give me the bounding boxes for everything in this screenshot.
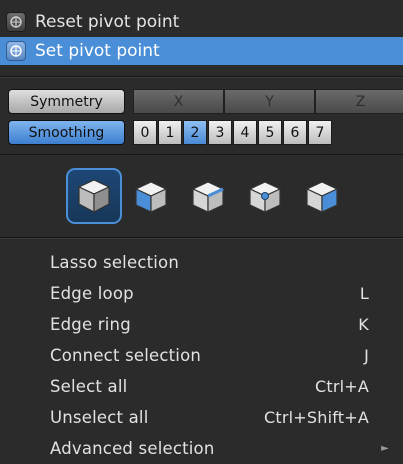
menu-item-set-pivot[interactable]: Set pivot point [0, 37, 403, 65]
cube-point-mode-button[interactable] [237, 168, 293, 224]
menu-item-label: Edge ring [50, 315, 131, 334]
menu-item-connect-selection[interactable]: Connect selection J [0, 340, 403, 371]
cube-edge-icon [191, 181, 225, 213]
smoothing-button[interactable]: Smoothing [8, 120, 125, 145]
menu-item-label: Lasso selection [50, 253, 179, 272]
menu-item-label: Edge loop [50, 284, 134, 303]
menu-item-unselect-all[interactable]: Unselect all Ctrl+Shift+A [0, 402, 403, 433]
pivot-reset-icon [6, 12, 26, 32]
menu-item-shortcut: L [359, 284, 369, 303]
axis-z-button[interactable]: Z [315, 89, 403, 114]
menu-item-lasso-selection[interactable]: Lasso selection [0, 247, 403, 278]
smoothing-level-1[interactable]: 1 [158, 120, 182, 145]
menu-item-edge-ring[interactable]: Edge ring K [0, 309, 403, 340]
axis-x-button[interactable]: X [133, 89, 224, 114]
menu-item-advanced-selection[interactable]: Advanced selection ► [0, 433, 403, 464]
cube-face-icon [305, 181, 339, 213]
smoothing-level-7[interactable]: 7 [308, 120, 332, 145]
pivot-set-icon [6, 41, 26, 61]
smoothing-level-5[interactable]: 5 [258, 120, 282, 145]
cube-select-icon [77, 179, 111, 213]
smoothing-level-4[interactable]: 4 [233, 120, 257, 145]
divider [0, 238, 403, 239]
symmetry-axes: X Y Z [133, 89, 403, 114]
menu-item-label: Select all [50, 377, 128, 396]
menu-item-label: Reset pivot point [35, 12, 180, 32]
cube-select-mode-button[interactable] [66, 168, 122, 224]
smoothing-level-3[interactable]: 3 [208, 120, 232, 145]
cube-vertex-icon [134, 181, 168, 213]
menu-item-label: Advanced selection [50, 439, 215, 458]
cube-vertex-mode-button[interactable] [123, 168, 179, 224]
divider [0, 77, 403, 78]
submenu-arrow-icon: ► [381, 443, 389, 454]
selection-mode-toolbar [66, 165, 351, 227]
menu-item-label: Set pivot point [35, 41, 160, 61]
menu-item-label: Connect selection [50, 346, 202, 365]
menu-item-shortcut: J [364, 346, 369, 365]
smoothing-level-0[interactable]: 0 [133, 120, 157, 145]
menu-item-shortcut: Ctrl+Shift+A [264, 408, 369, 427]
selection-menu: Lasso selection Edge loop L Edge ring K … [0, 247, 403, 464]
cube-edge-mode-button[interactable] [180, 168, 236, 224]
menu-item-edge-loop[interactable]: Edge loop L [0, 278, 403, 309]
context-menu-panel: Reset pivot point Set pivot point Symmet… [0, 0, 403, 458]
menu-item-label: Unselect all [50, 408, 149, 427]
menu-item-reset-pivot[interactable]: Reset pivot point [0, 8, 403, 36]
menu-item-shortcut: K [358, 315, 369, 334]
divider [0, 154, 403, 155]
smoothing-level-6[interactable]: 6 [283, 120, 307, 145]
cube-point-icon [248, 181, 282, 213]
axis-y-button[interactable]: Y [224, 89, 315, 114]
smoothing-levels: 0 1 2 3 4 5 6 7 [133, 120, 333, 145]
cube-face-mode-button[interactable] [294, 168, 350, 224]
symmetry-button[interactable]: Symmetry [8, 89, 125, 114]
smoothing-level-2[interactable]: 2 [183, 120, 207, 145]
menu-item-shortcut: Ctrl+A [314, 377, 369, 396]
menu-item-select-all[interactable]: Select all Ctrl+A [0, 371, 403, 402]
